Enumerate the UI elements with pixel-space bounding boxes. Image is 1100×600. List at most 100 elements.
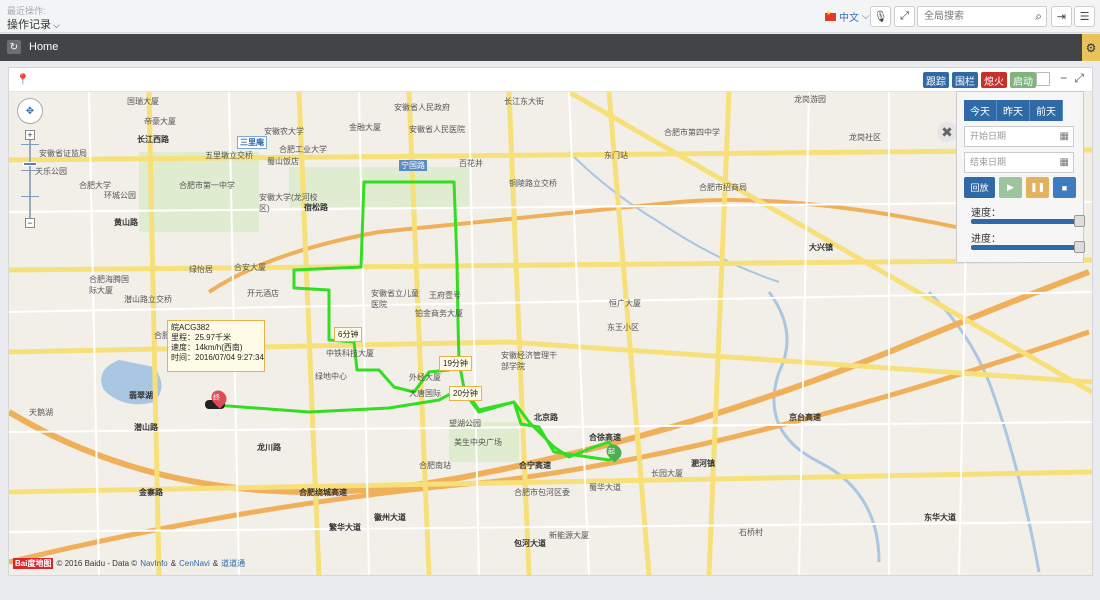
fence-button[interactable]: 围栏: [952, 72, 978, 88]
end-date-placeholder: 结束日期: [970, 157, 1007, 167]
place-label: 龙岗游园: [794, 95, 826, 104]
place-label: 合肥绕城高速: [299, 488, 347, 497]
logout-button[interactable]: ⇥: [1051, 6, 1072, 27]
calendar-icon[interactable]: ▦: [1060, 127, 1069, 146]
place-label: 宿松路: [304, 203, 328, 212]
place-label: 三里庵: [237, 136, 267, 149]
progress-slider-knob[interactable]: [1074, 241, 1085, 253]
place-label: 石桥村: [739, 528, 763, 537]
place-label: 安徽省证监局: [39, 149, 87, 158]
place-label: 合徐高速: [589, 433, 621, 442]
vehicle-info-box: 皖ACG382 里程：25.97千米 速度：14km/h(西南) 时间：2016…: [167, 320, 265, 372]
language-selector[interactable]: 中文 ⌵: [825, 9, 870, 24]
close-icon: ✖: [941, 123, 953, 140]
minimize-icon[interactable]: −: [1060, 71, 1067, 85]
navinfo-link[interactable]: NavInfo: [140, 559, 168, 568]
microphone-button[interactable]: 🎙: [870, 6, 891, 27]
panel-header: 📍 跟踪 围栏 熄火 启动 − ⤢: [9, 68, 1092, 92]
end-date-field[interactable]: 结束日期 ▦: [964, 152, 1074, 173]
place-label: 合肥市第一中学: [179, 181, 235, 190]
info-device: 皖ACG382: [171, 323, 210, 332]
fullscreen-button[interactable]: ⤢: [894, 6, 915, 27]
maximize-icon[interactable]: ⤢: [1074, 71, 1084, 86]
river-shape-east: [927, 290, 1041, 573]
place-label: 蜀华大道: [589, 483, 621, 492]
settings-button[interactable]: ⚙: [1082, 34, 1100, 61]
place-label: 美生中央广场: [454, 438, 502, 447]
engine-start-button[interactable]: 启动: [1010, 72, 1036, 88]
place-label: 王府壹号: [429, 291, 461, 300]
pause-button[interactable]: ❚❚: [1026, 177, 1049, 198]
place-label: 金寨路: [139, 488, 163, 497]
time-label: 6分钟: [334, 327, 363, 342]
tab-home[interactable]: Home: [29, 41, 58, 53]
place-label: 蜀山饭店: [267, 157, 299, 166]
map-canvas[interactable]: 国瑞大厦 安徽省人民政府 长江东大街 龙岗游园 帝豪大厦 安徽农大学 金融大厦 …: [9, 92, 1092, 575]
progress-slider[interactable]: [971, 241, 1085, 253]
river-shape: [767, 291, 881, 563]
cennavi-link[interactable]: CenNavi: [179, 559, 210, 568]
play-button[interactable]: ▶: [999, 177, 1022, 198]
vehicle-action-buttons: 跟踪 围栏 熄火 启动: [923, 72, 1036, 88]
hamburger-icon: ☰: [1079, 11, 1090, 23]
stop-button[interactable]: ■: [1053, 177, 1076, 198]
zoom-out-button[interactable]: −: [25, 218, 35, 228]
place-label: 开元酒店: [247, 289, 279, 298]
place-label: 繁华大道: [329, 523, 361, 532]
place-label: 天乐公园: [35, 167, 67, 176]
tab-day-before[interactable]: 前天: [1030, 100, 1063, 121]
zoom-control[interactable]: + −: [21, 130, 39, 230]
engine-off-button[interactable]: 熄火: [981, 72, 1007, 88]
pan-control[interactable]: ✥: [17, 98, 43, 124]
place-label: 龙岗社区: [849, 133, 881, 142]
search-icon[interactable]: ⌕: [1035, 9, 1042, 24]
daodao-link[interactable]: 道道通: [221, 558, 245, 569]
place-label: 大兴镇: [809, 243, 833, 252]
op-log-dropdown[interactable]: 操作记录 ⌵: [7, 16, 60, 32]
microphone-icon: 🎙: [873, 11, 888, 23]
search-input[interactable]: [918, 7, 1018, 26]
tab-today[interactable]: 今天: [964, 100, 997, 121]
zoom-track: [29, 138, 31, 222]
playback-close-button[interactable]: ✖: [937, 122, 957, 142]
place-label: 合肥南站: [419, 461, 451, 470]
stop-icon: ■: [1061, 182, 1068, 193]
zoom-slider-handle[interactable]: [23, 162, 37, 166]
place-label: 合宁高速: [519, 461, 551, 470]
panel-checkbox[interactable]: [1036, 72, 1050, 86]
place-label: 合肥大学: [79, 181, 111, 190]
refresh-button[interactable]: ↻: [7, 40, 21, 54]
place-label: 百花井: [459, 159, 483, 168]
time-label: 19分钟: [439, 356, 472, 371]
start-date-field[interactable]: 开始日期 ▦: [964, 126, 1074, 147]
place-label: 潜山路立交桥: [124, 295, 172, 304]
speed-slider[interactable]: [971, 215, 1085, 227]
place-label: 绿地中心: [315, 372, 347, 381]
info-time: 时间：2016/07/04 9:27:34: [171, 353, 264, 362]
expand-icon: ⤢: [900, 10, 909, 22]
zoom-in-button[interactable]: +: [25, 130, 35, 140]
place-label: 淝河镇: [691, 459, 715, 468]
place-label: 安徽农大学: [264, 127, 304, 136]
language-label: 中文: [839, 13, 859, 24]
progress-label: 进度：: [971, 234, 1001, 245]
time-label: 20分钟: [449, 386, 482, 401]
global-search: ⌕: [917, 6, 1047, 27]
top-bar: 最近操作: 操作记录⌵ 中文 ⌵ 🎙 ⤢ ⌕ ⇥ ☰: [0, 0, 1100, 33]
place-label: 龙川路: [257, 443, 281, 452]
tab-yesterday[interactable]: 昨天: [997, 100, 1030, 121]
place-label: 长园大厦: [651, 469, 683, 478]
place-label: 天鹅湖: [29, 408, 53, 417]
track-button[interactable]: 跟踪: [923, 72, 949, 88]
zoom-level-tick: [21, 144, 39, 145]
place-label: 合肥市第四中学: [664, 128, 720, 137]
speed-slider-knob[interactable]: [1074, 215, 1085, 227]
menu-button[interactable]: ☰: [1074, 6, 1095, 27]
replay-button[interactable]: 回放: [964, 177, 995, 198]
calendar-icon[interactable]: ▦: [1060, 153, 1069, 172]
playback-panel: 今天 昨天 前天 开始日期 ▦ 结束日期 ▦ 回放 ▶ ❚❚ ■ 速度： 进度：: [956, 91, 1085, 263]
map-copyright: Bai度地图 © 2016 Baidu - Data © NavInfo & C…: [13, 558, 245, 569]
info-speed: 速度：14km/h(西南): [171, 343, 243, 352]
copyright-text: © 2016 Baidu - Data ©: [56, 559, 138, 568]
ampersand: &: [212, 559, 219, 568]
